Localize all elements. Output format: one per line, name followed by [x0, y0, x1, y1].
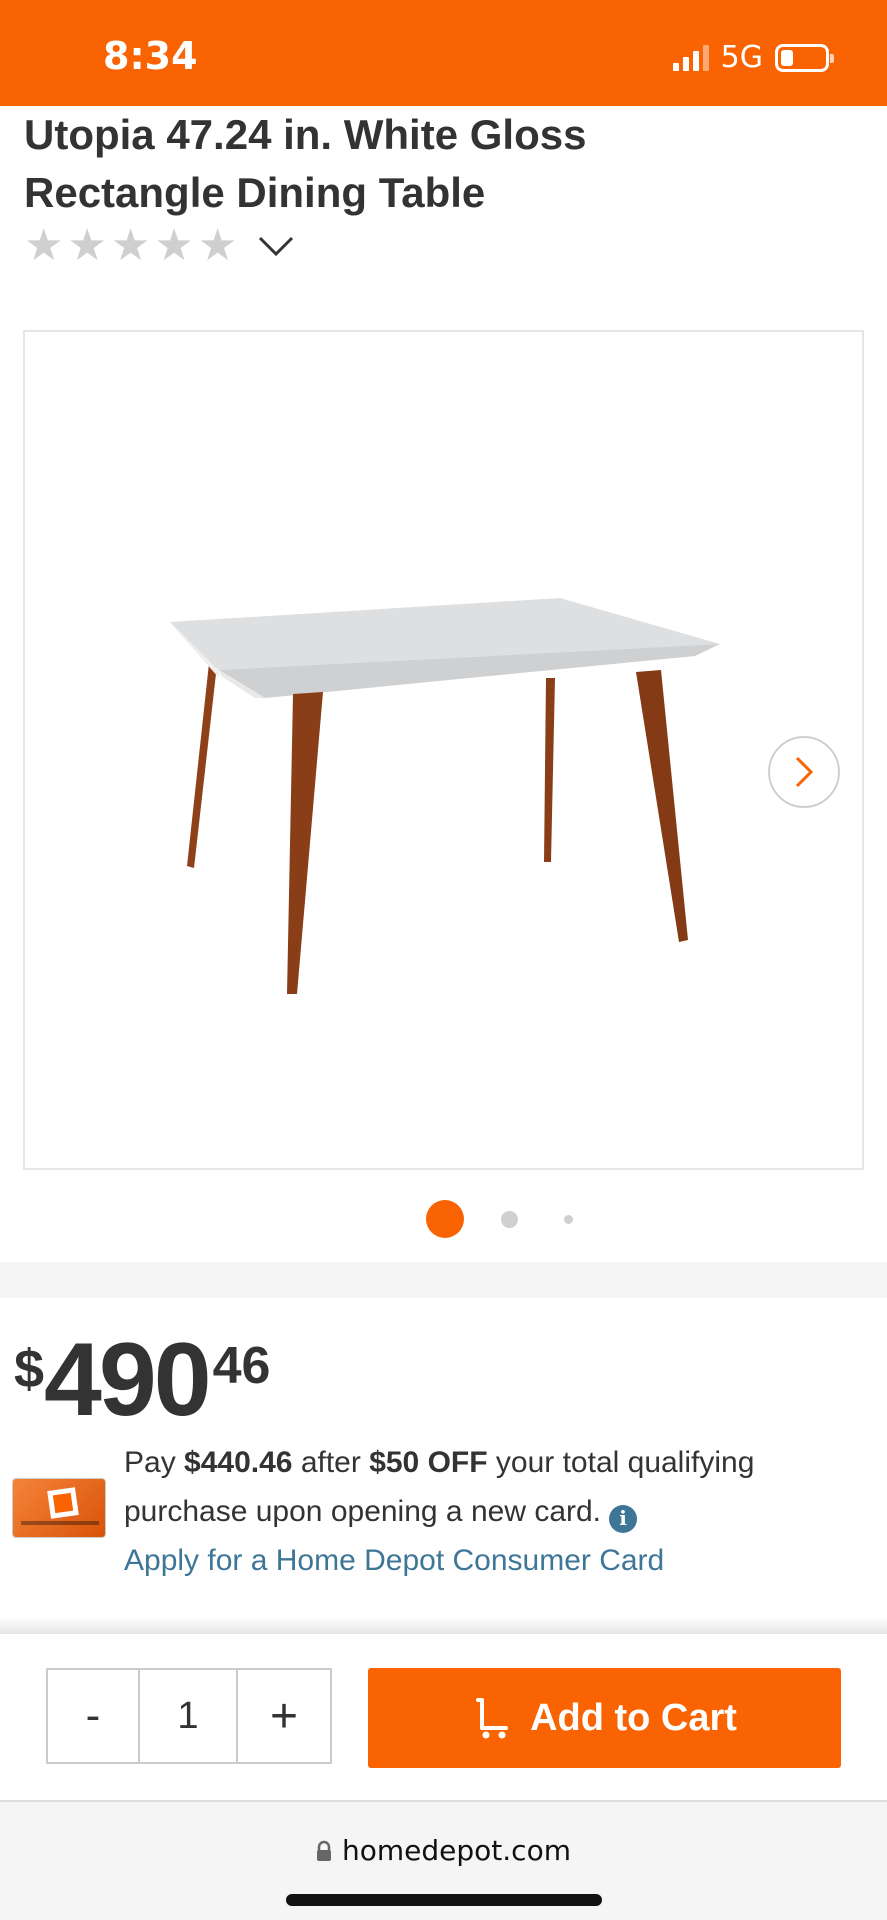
chevron-right-icon [795, 756, 814, 788]
status-indicators: 5G [672, 40, 834, 75]
product-price: $ 490 46 [14, 1328, 270, 1432]
quantity-field[interactable]: 1 [140, 1670, 238, 1762]
product-card: Utopia 47.24 in. White Gloss Rectangle D… [0, 106, 887, 1262]
promo-price: $440.46 [184, 1446, 293, 1479]
battery-level [781, 49, 793, 66]
price-dollars: 490 [44, 1322, 212, 1438]
product-image-frame[interactable] [23, 330, 864, 1170]
gallery-dot[interactable] [501, 1211, 518, 1228]
table-leg [544, 678, 555, 862]
increase-quantity-button[interactable]: + [238, 1670, 330, 1762]
home-depot-logo-icon [47, 1487, 79, 1519]
star-icon: ★ [24, 220, 64, 271]
action-bar: - 1 + Add to Cart [0, 1634, 887, 1802]
gallery-dot-active[interactable] [426, 1200, 464, 1238]
star-icon: ★ [197, 220, 238, 271]
decrease-quantity-button[interactable]: - [48, 1670, 140, 1762]
promo-after: after [292, 1446, 370, 1479]
product-title: Utopia 47.24 in. White Gloss Rectangle D… [24, 111, 587, 216]
chevron-down-icon[interactable] [257, 233, 295, 259]
status-bar: 8:34 5G [0, 0, 887, 106]
battery-icon [775, 43, 834, 72]
price-card: $ 490 46 Pay $440.46 after $50 OFF your … [0, 1298, 887, 1616]
dining-table-photo [170, 598, 720, 994]
card-promo: Pay $440.46 after $50 OFF your total qua… [124, 1438, 864, 1585]
url-text: homedepot.com [342, 1834, 571, 1867]
rating-stars: ★ ★ ★ ★ ★ [24, 224, 237, 268]
table-leg [636, 670, 688, 942]
status-time: 8:34 [103, 34, 198, 78]
credit-card-image [12, 1478, 106, 1538]
gallery-dots [0, 1200, 887, 1238]
gallery-dot[interactable] [564, 1215, 573, 1224]
star-icon: ★ [67, 220, 107, 271]
lock-icon [317, 1840, 332, 1861]
card-number-strip [21, 1521, 99, 1525]
cart-icon [476, 1698, 509, 1739]
browser-url-bar: homedepot.com [0, 1802, 887, 1920]
divider-shadow [0, 1616, 887, 1634]
next-image-button[interactable] [768, 736, 840, 808]
table-leg [187, 654, 218, 868]
add-to-cart-button[interactable]: Add to Cart [368, 1668, 841, 1768]
network-type: 5G [720, 40, 763, 75]
star-icon: ★ [110, 220, 151, 271]
add-to-cart-label: Add to Cart [530, 1696, 737, 1739]
info-icon[interactable]: i [609, 1504, 638, 1533]
signal-strength-icon [672, 44, 709, 71]
promo-discount: $50 OFF [369, 1446, 488, 1479]
rating-row[interactable]: ★ ★ ★ ★ ★ [24, 224, 295, 268]
star-icon: ★ [154, 220, 194, 271]
url-row[interactable]: homedepot.com [0, 1834, 887, 1867]
table-leg [287, 692, 323, 994]
home-indicator[interactable] [286, 1894, 602, 1906]
promo-prefix: Pay [124, 1446, 185, 1479]
price-cents: 46 [212, 1337, 271, 1395]
price-currency: $ [14, 1339, 45, 1399]
quantity-stepper: - 1 + [46, 1668, 332, 1764]
apply-card-link[interactable]: Apply for a Home Depot Consumer Card [124, 1536, 864, 1585]
